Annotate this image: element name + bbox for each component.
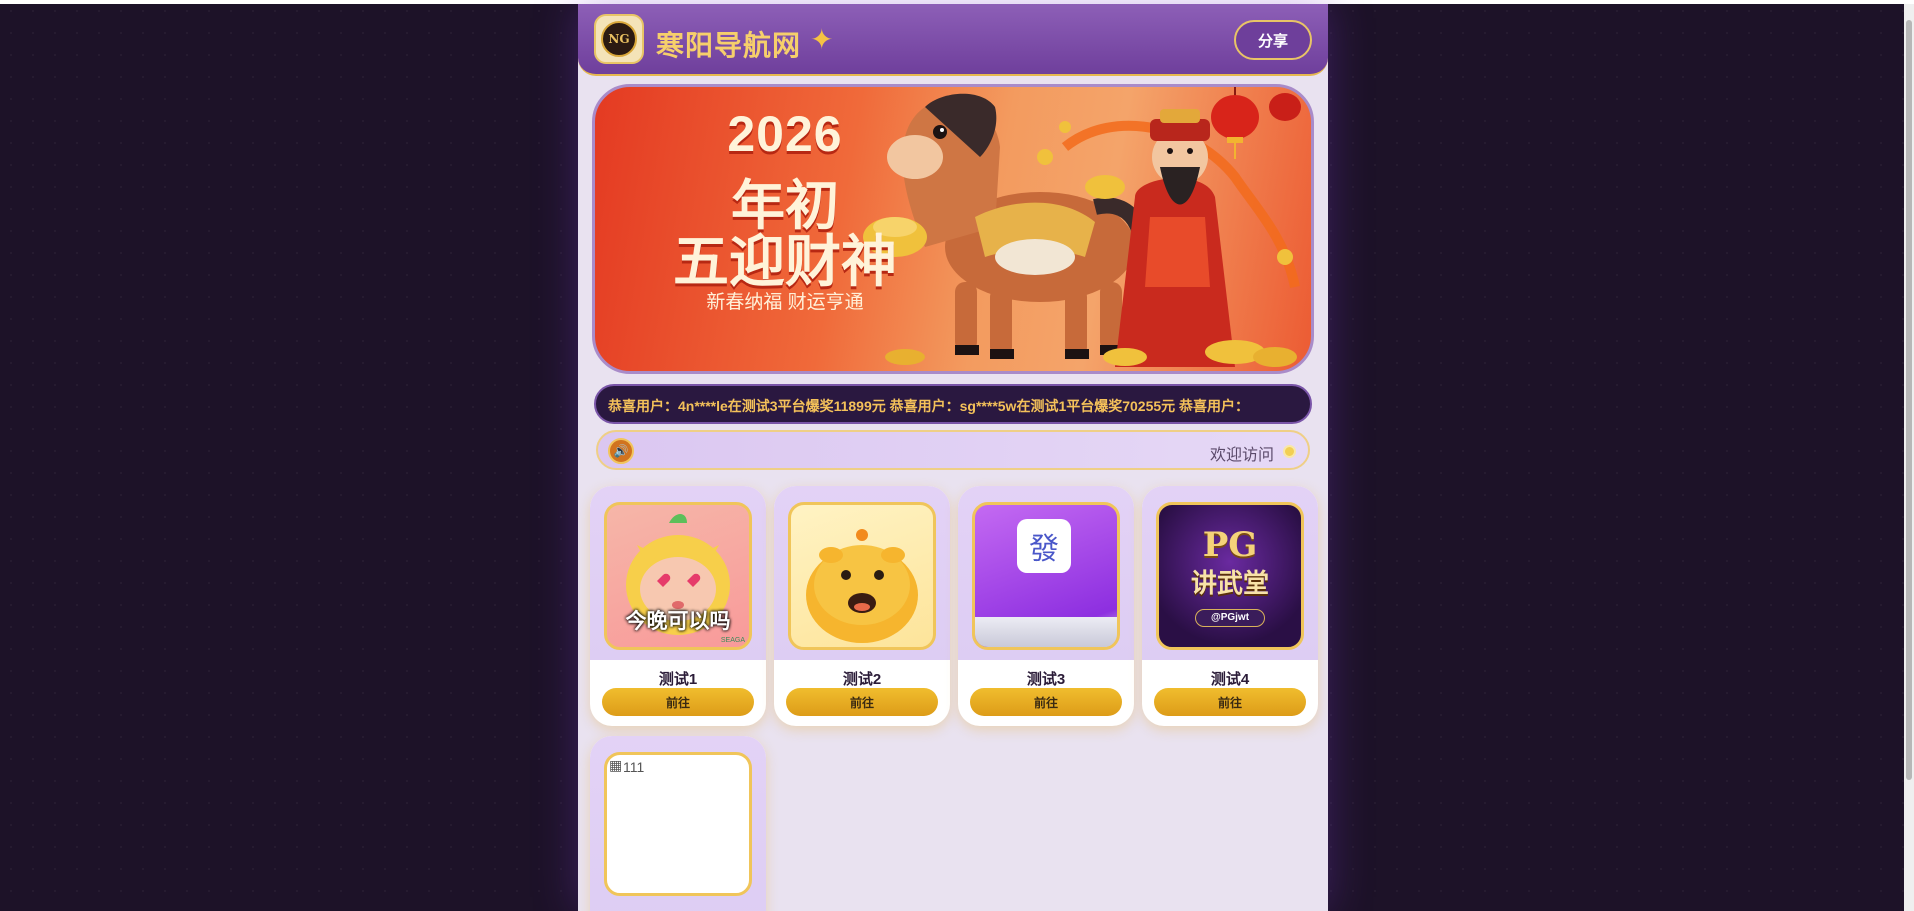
scrollbar-thumb[interactable] — [1906, 20, 1912, 780]
mahjong-tile-icon: 發 — [1017, 519, 1071, 573]
broken-image-alt: 111 — [623, 759, 645, 775]
card-name-4: 测试4 — [1210, 671, 1250, 688]
site-logo[interactable]: NG — [594, 14, 644, 64]
card-thumbnail-2[interactable] — [788, 502, 936, 650]
thumb-badge: PG — [1202, 525, 1258, 565]
card-thumbnail-4[interactable]: PG 讲武堂 @PGjwt — [1156, 502, 1304, 650]
thumb-base — [975, 617, 1117, 647]
card-go-button-2[interactable]: 前往 — [786, 688, 938, 716]
speaker-icon: 🔊 — [608, 438, 634, 464]
share-button[interactable]: 分享 — [1234, 20, 1312, 60]
card-go-button-4[interactable]: 前往 — [1154, 688, 1306, 716]
card-go-button-3[interactable]: 前往 — [970, 688, 1122, 716]
card-thumbnail-3[interactable]: 發 — [972, 502, 1120, 650]
site-title: 寒阳导航网 — [656, 30, 802, 61]
app-container: NG 寒阳导航网 ✦ 分享 2026 年初 五迎财神 新春纳福 财运亨通 恭喜用… — [578, 4, 1328, 911]
lantern-icon — [1211, 87, 1259, 159]
thumb-caption: 今晚可以吗 — [625, 610, 731, 633]
cow-character-illustration — [806, 529, 918, 643]
site-card-4[interactable]: PG 讲武堂 @PGjwt 测试4 前往 — [1142, 486, 1318, 726]
lantern-icon — [1269, 93, 1301, 121]
site-card-1[interactable]: 今晚可以吗 SEAGA 测试1 前往 — [590, 486, 766, 726]
sparkle-icon: ✦ — [810, 24, 834, 55]
site-card-2[interactable]: 测试2 前往 — [774, 486, 950, 726]
notice-text: 欢迎访问 — [1209, 447, 1274, 464]
broken-image-icon: ▦ — [609, 757, 623, 773]
card-thumbnail-5[interactable]: ▦ 111 — [604, 752, 752, 896]
notice-bar: 🔊 欢迎访问 — [596, 430, 1310, 470]
page-scrollbar[interactable] — [1904, 4, 1914, 911]
site-card-3[interactable]: 發 测试3 前往 — [958, 486, 1134, 726]
card-thumbnail-1[interactable]: 今晚可以吗 SEAGA — [604, 502, 752, 650]
thumb-tag: SEAGA — [720, 637, 745, 644]
thumb-handle: @PGjwt — [1195, 609, 1265, 627]
card-name-2: 测试2 — [842, 671, 882, 688]
banner-year: 2026 — [727, 106, 843, 162]
status-dot-icon — [1283, 445, 1296, 458]
winner-ticker: 恭喜用户：4n****le在测试3平台爆奖11899元 恭喜用户：sg****5… — [594, 384, 1312, 424]
banner-subtitle: 新春纳福 财运亨通 — [706, 292, 864, 313]
ticker-text: 恭喜用户：4n****le在测试3平台爆奖11899元 恭喜用户：sg****5… — [608, 398, 1250, 414]
promo-banner[interactable]: 2026 年初 五迎财神 新春纳福 财运亨通 — [592, 84, 1314, 374]
card-name-1: 测试1 — [658, 671, 698, 688]
header-bar: NG 寒阳导航网 ✦ 分享 — [578, 4, 1328, 76]
logo-badge: NG — [601, 21, 637, 57]
thumb-title: 讲武堂 — [1190, 568, 1269, 598]
banner-heading-line3: 五迎财神 — [673, 230, 897, 293]
card-go-button-1[interactable]: 前往 — [602, 688, 754, 716]
card-name-3: 测试3 — [1026, 671, 1066, 688]
site-card-5[interactable]: ▦ 111 — [590, 736, 766, 911]
